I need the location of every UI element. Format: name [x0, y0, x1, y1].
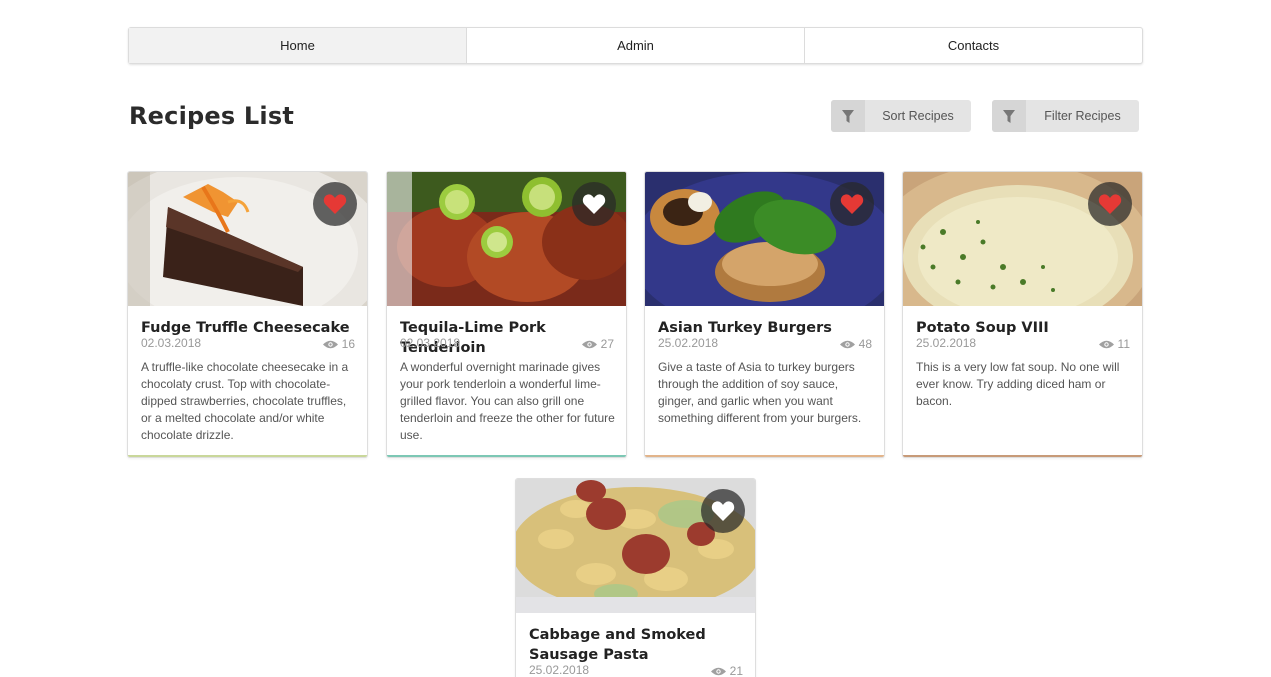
recipe-date: 25.02.2018 [916, 336, 977, 350]
heart-icon [711, 501, 735, 521]
recipe-card[interactable]: Fudge Truffle Cheesecake 02.03.2018 16 A… [127, 171, 368, 458]
nav-admin[interactable]: Admin [467, 28, 805, 63]
filter-recipes-button[interactable]: Filter Recipes [992, 100, 1139, 132]
favorite-button[interactable] [830, 182, 874, 226]
eye-icon [839, 340, 855, 348]
recipe-date: 25.02.2018 [658, 336, 719, 350]
recipe-title[interactable]: Fudge Truffle Cheesecake [141, 318, 356, 338]
recipe-card[interactable]: Cabbage and Smoked Sausage Pasta 25.02.2… [515, 478, 756, 677]
heart-icon [582, 194, 606, 214]
recipe-description: Give a taste of Asia to turkey burgers t… [658, 360, 862, 425]
recipe-title[interactable]: Asian Turkey Burgers [658, 318, 873, 338]
favorite-button[interactable] [313, 182, 357, 226]
nav-home[interactable]: Home [129, 28, 467, 63]
views-count: 48 [858, 337, 872, 351]
filter-recipes-label: Filter Recipes [1044, 109, 1121, 123]
card-accent-line [645, 455, 884, 457]
recipe-views: 16 [322, 337, 355, 351]
heart-icon [1098, 194, 1122, 214]
filter-icon [831, 100, 865, 132]
recipe-date: 25.02.2018 [529, 663, 590, 677]
recipe-views: 11 [1098, 337, 1130, 351]
eye-icon [581, 340, 597, 348]
favorite-button[interactable] [572, 182, 616, 226]
recipe-description: This is a very low fat soup. No one will… [916, 360, 1120, 408]
recipe-card[interactable]: Tequila-Lime Pork Tenderloin 02.03.2018 … [386, 171, 627, 458]
recipe-card[interactable]: Asian Turkey Burgers 25.02.2018 48 Give … [644, 171, 885, 458]
sort-recipes-label: Sort Recipes [882, 109, 954, 123]
card-accent-line [128, 455, 367, 457]
recipe-views: 27 [581, 337, 614, 351]
recipe-card[interactable]: Potato Soup VIII 25.02.2018 11 This is a… [902, 171, 1143, 458]
heart-icon [323, 194, 347, 214]
recipe-views: 48 [839, 337, 872, 351]
views-count: 11 [1117, 337, 1130, 351]
recipe-title[interactable]: Potato Soup VIII [916, 318, 1131, 338]
recipe-date: 02.03.2018 [400, 336, 461, 350]
recipe-date: 02.03.2018 [141, 336, 202, 350]
views-count: 27 [600, 337, 614, 351]
eye-icon [322, 340, 338, 348]
views-count: 21 [729, 664, 743, 677]
recipe-views: 21 [710, 664, 743, 677]
top-nav: Home Admin Contacts [128, 27, 1143, 64]
recipe-title[interactable]: Cabbage and Smoked Sausage Pasta [529, 625, 744, 665]
nav-contacts[interactable]: Contacts [805, 28, 1142, 63]
favorite-button[interactable] [701, 489, 745, 533]
card-accent-line [903, 455, 1142, 457]
eye-icon [710, 667, 726, 675]
sort-recipes-button[interactable]: Sort Recipes [831, 100, 971, 132]
page-title: Recipes List [129, 102, 294, 130]
filter-icon [992, 100, 1026, 132]
favorite-button[interactable] [1088, 182, 1132, 226]
eye-icon [1098, 340, 1114, 348]
recipe-description: A truffle-like chocolate cheesecake in a… [141, 360, 349, 442]
recipe-description: A wonderful overnight marinade gives you… [400, 360, 615, 442]
heart-icon [840, 194, 864, 214]
card-accent-line [387, 455, 626, 457]
views-count: 16 [341, 337, 355, 351]
